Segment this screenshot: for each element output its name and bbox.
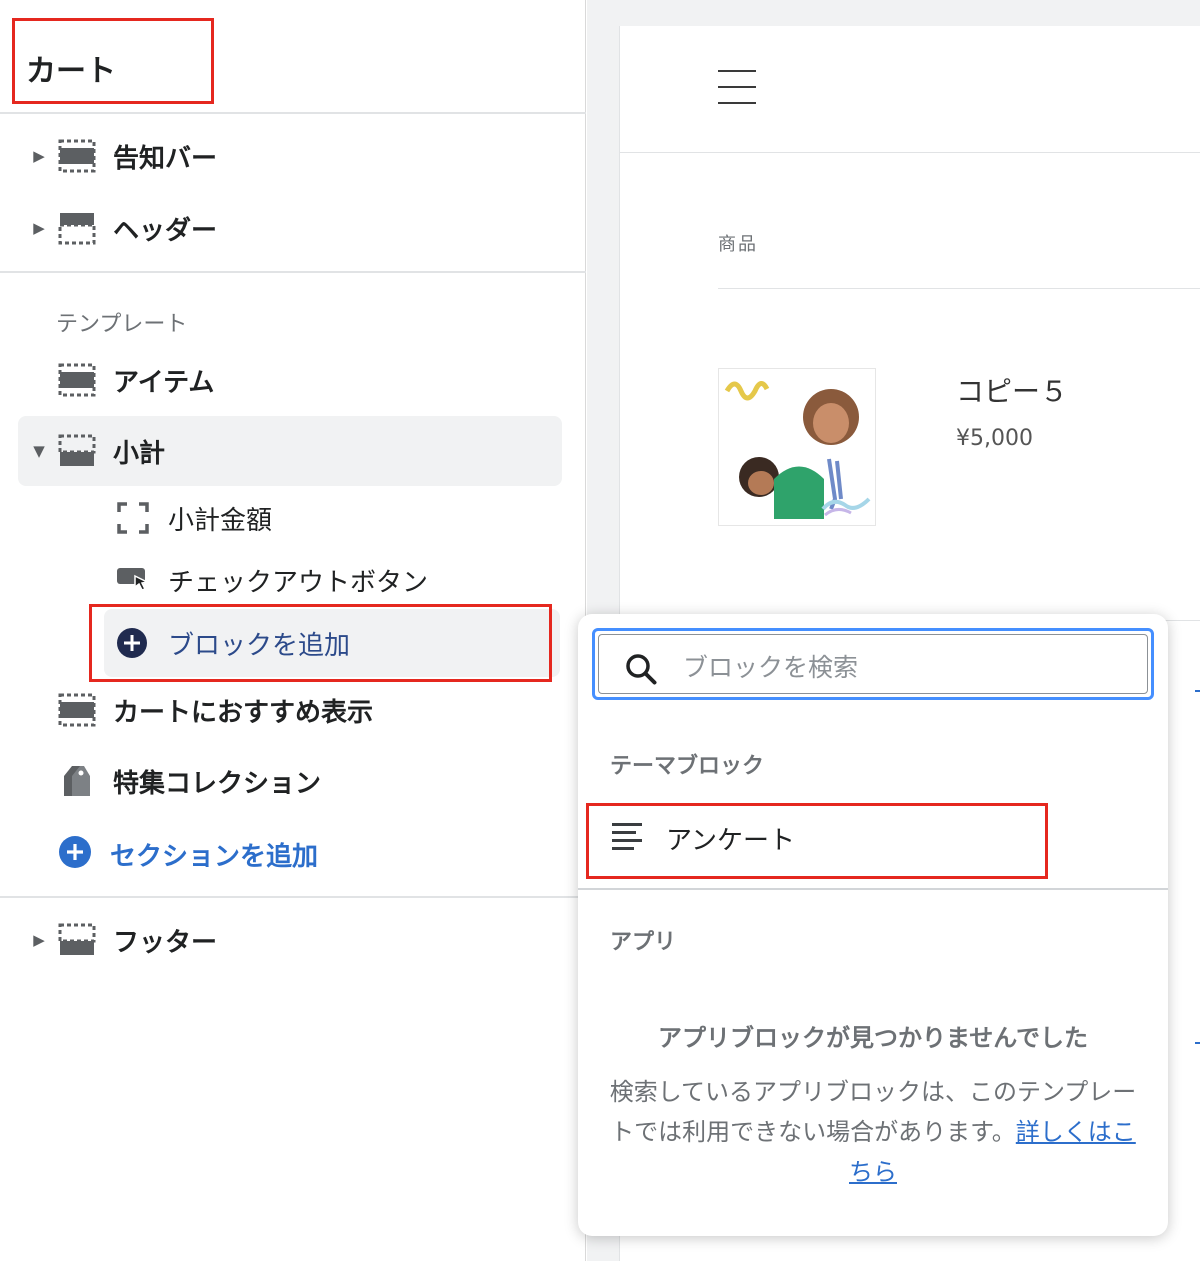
search-field[interactable] [592, 628, 1154, 700]
divider [718, 288, 1200, 289]
focus-edge [1195, 1042, 1200, 1044]
empty-state-description: 検索しているアプリブロックは、このテンプレートでは利用できない場合があります。詳… [608, 1072, 1138, 1192]
chevron-right-icon[interactable]: ▶ [32, 219, 46, 237]
sidebar-item-label: ヘッダー [113, 215, 218, 246]
section-icon [58, 137, 96, 175]
product-image[interactable] [718, 368, 876, 526]
apps-caption: アプリ [610, 930, 677, 955]
product-price: ¥5,000 [956, 426, 1033, 451]
section-icon [58, 361, 96, 399]
search-input[interactable] [683, 647, 1123, 687]
block-picker-popover: テーマブロック アンケート アプリ アプリブロックが見つかりませんでした 検索し… [578, 614, 1168, 1236]
chevron-down-icon[interactable]: ▼ [32, 442, 46, 460]
sidebar-item-cart-recommendations[interactable]: カートにおすすめ表示 [0, 680, 586, 740]
header-section-icon [58, 209, 96, 247]
sidebar-item-announcement-bar[interactable]: ▶ 告知バー [0, 126, 586, 186]
block-option-survey[interactable]: アンケート [592, 808, 1154, 870]
sidebar-item-subtotal-amount[interactable]: 小計金額 [0, 488, 586, 548]
chevron-right-icon[interactable]: ▶ [32, 931, 46, 949]
block-frame-icon [114, 499, 152, 537]
column-header-product: 商品 [718, 234, 758, 255]
divider [578, 888, 1168, 890]
add-section-label: セクションを追加 [110, 841, 319, 872]
menu-icon[interactable] [718, 70, 756, 118]
sidebar-item-footer[interactable]: ▶ フッター [0, 910, 586, 970]
footer-section-icon [58, 921, 96, 959]
divider [0, 271, 586, 273]
sidebar-item-subtotal[interactable]: ▼ 小計 [18, 416, 562, 486]
add-block-label: ブロックを追加 [168, 631, 351, 661]
plus-circle-icon [58, 835, 92, 873]
product-title[interactable]: コピー５ [956, 370, 1068, 410]
sidebar-item-label: 小計金額 [168, 505, 273, 536]
chevron-right-icon[interactable]: ▶ [32, 147, 46, 165]
section-icon [58, 691, 96, 729]
text-lines-icon [612, 820, 644, 856]
plus-circle-icon [116, 627, 148, 663]
empty-state-title: アプリブロックが見つかりませんでした [657, 1024, 1089, 1052]
template-caption: テンプレート [56, 312, 188, 337]
search-icon [625, 653, 657, 689]
divider [0, 896, 586, 898]
sidebar-item-checkout-button[interactable]: チェックアウトボタン [0, 550, 586, 610]
button-cursor-icon [114, 561, 152, 599]
focus-edge [1195, 690, 1200, 692]
tag-icon [58, 762, 96, 800]
sidebar-item-label: 告知バー [113, 143, 218, 174]
sidebar-item-label: 特集コレクション [113, 768, 322, 799]
sidebar-item-label: フッター [113, 927, 218, 958]
block-option-label: アンケート [666, 826, 795, 856]
theme-editor-sidebar: カート ▶ 告知バー ▶ ヘッダー テンプレート アイテム ▼ 小計 小計金額 … [0, 0, 586, 1261]
footer-section-icon [58, 432, 96, 470]
sidebar-item-item[interactable]: アイテム [0, 350, 586, 410]
add-section-button[interactable]: セクションを追加 [58, 832, 318, 876]
sidebar-item-label: チェックアウトボタン [168, 567, 429, 598]
sidebar-item-label: 小計 [113, 438, 166, 469]
sidebar-item-label: アイテム [113, 367, 215, 398]
divider [0, 112, 586, 114]
theme-blocks-caption: テーマブロック [610, 754, 765, 779]
divider [620, 152, 1200, 153]
page-title: カート [26, 54, 116, 89]
sidebar-item-header[interactable]: ▶ ヘッダー [0, 198, 586, 258]
sidebar-item-featured-collection[interactable]: 特集コレクション [0, 751, 586, 811]
add-block-button[interactable]: ブロックを追加 [104, 609, 560, 677]
search-field-border [598, 634, 1148, 694]
sidebar-item-label: カートにおすすめ表示 [113, 697, 374, 728]
